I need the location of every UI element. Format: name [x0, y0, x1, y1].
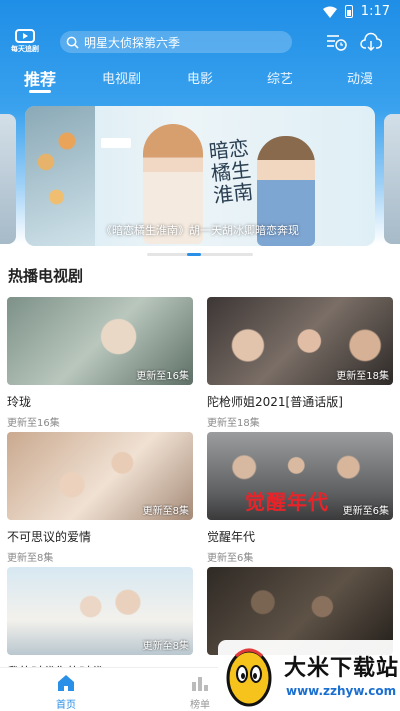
banner-next-peek[interactable]: [384, 114, 400, 244]
watermark-title: 大米下载站: [284, 656, 400, 681]
poster-title-art: 觉醒年代: [245, 490, 329, 514]
home-icon: [58, 675, 74, 691]
tab-tv-series[interactable]: 电视剧: [102, 68, 141, 87]
carousel-indicator-active: [187, 253, 201, 256]
status-time: 1:17: [360, 4, 390, 19]
nav-home-label: 首页: [56, 700, 76, 711]
wifi-icon: [322, 6, 337, 18]
tab-recommend[interactable]: 推荐: [24, 66, 56, 90]
status-bar: 1:17: [0, 0, 400, 24]
tv-icon: [15, 29, 35, 43]
update-badge: 更新至16集: [136, 371, 189, 382]
history-icon[interactable]: [325, 32, 347, 52]
watermark: 大米下载站 www.zzhyw.com: [218, 640, 400, 711]
app-logo[interactable]: 每天追剧: [8, 29, 42, 55]
drama-card[interactable]: 更新至18集 陀枪师姐2021[普通话版] 更新至18集: [207, 297, 393, 429]
drama-title[interactable]: 玲珑: [7, 393, 193, 410]
drama-update-status: 更新至8集: [7, 553, 54, 564]
drama-update-status: 更新至18集: [207, 418, 260, 429]
drama-title[interactable]: 觉醒年代: [207, 528, 393, 545]
section-title: 热播电视剧: [8, 267, 84, 285]
drama-card[interactable]: 更新至16集 玲珑 更新至16集: [7, 297, 193, 429]
tab-indicator: [29, 90, 51, 93]
update-badge: 更新至18集: [336, 371, 389, 382]
banner-prev-peek[interactable]: [0, 114, 16, 244]
update-badge: 更新至6集: [342, 506, 389, 517]
drama-thumbnail[interactable]: 更新至8集: [7, 432, 193, 520]
drama-thumbnail[interactable]: 更新至8集: [7, 567, 193, 655]
drama-update-status: 更新至6集: [207, 553, 254, 564]
drama-title[interactable]: 陀枪师姐2021[普通话版]: [207, 393, 393, 410]
tab-movies[interactable]: 电影: [187, 68, 213, 87]
nav-home[interactable]: 首页: [46, 672, 86, 711]
update-badge: 更新至8集: [142, 641, 189, 652]
banner-title-art: 暗恋橘生淮南: [207, 135, 255, 208]
search-icon: [66, 36, 79, 49]
banner-carousel[interactable]: 暗恋橘生淮南 《暗恋橘生淮南》胡一天胡冰卿暗恋奔现: [25, 106, 375, 246]
carousel-indicator: [147, 253, 253, 256]
update-badge: 更新至8集: [142, 506, 189, 517]
search-placeholder: 明星大侦探第六季: [84, 35, 181, 50]
drama-card[interactable]: 觉醒年代 更新至6集 觉醒年代 更新至6集: [207, 432, 393, 564]
drama-title[interactable]: 不可思议的爱情: [7, 528, 193, 545]
category-tabs: 推荐 电视剧 电影 综艺 动漫: [0, 66, 400, 94]
battery-icon: [344, 5, 353, 18]
drama-thumbnail[interactable]: 更新至16集: [7, 297, 193, 385]
banner-platform-badge: [101, 138, 131, 148]
download-icon[interactable]: [360, 32, 382, 52]
watermark-url: www.zzhyw.com: [286, 684, 397, 698]
nav-ranking-label: 榜单: [190, 700, 210, 711]
ranking-icon: [192, 677, 208, 691]
search-input[interactable]: 明星大侦探第六季: [60, 31, 292, 53]
logo-text: 每天追剧: [11, 45, 39, 53]
drama-card[interactable]: 更新至8集 我的时代你的时代: [7, 567, 193, 680]
tab-variety[interactable]: 综艺: [267, 68, 293, 87]
drama-thumbnail[interactable]: 觉醒年代 更新至6集: [207, 432, 393, 520]
tab-anime[interactable]: 动漫: [347, 68, 373, 87]
drama-update-status: 更新至16集: [7, 418, 60, 429]
banner-caption: 《暗恋橘生淮南》胡一天胡冰卿暗恋奔现: [101, 224, 299, 237]
nav-ranking[interactable]: 榜单: [180, 672, 220, 711]
drama-thumbnail[interactable]: 更新至18集: [207, 297, 393, 385]
egg-mascot-icon: [226, 648, 272, 707]
drama-card[interactable]: 更新至8集 不可思议的爱情 更新至8集: [7, 432, 193, 564]
